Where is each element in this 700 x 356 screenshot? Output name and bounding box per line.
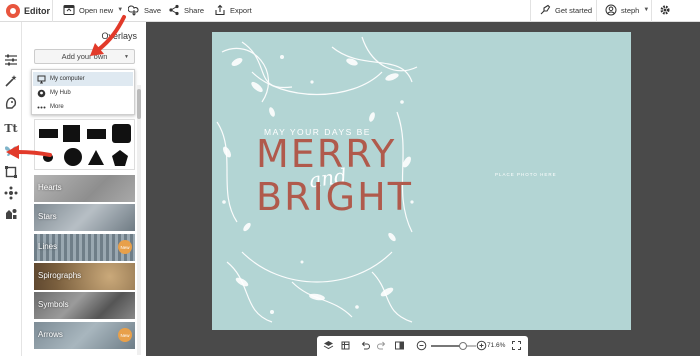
computer-icon — [37, 75, 46, 84]
new-badge: New — [118, 240, 132, 254]
settings-button[interactable] — [659, 4, 671, 16]
user-icon — [605, 4, 617, 16]
export-label: Export — [230, 5, 252, 15]
zoom-slider-handle[interactable] — [459, 342, 467, 350]
hub-icon — [37, 89, 46, 98]
zoom-value: 71.6% — [487, 342, 506, 349]
divider — [651, 0, 652, 22]
overlay-category-lines[interactable]: Lines New — [34, 234, 135, 261]
layers-icon[interactable] — [322, 339, 335, 352]
overlay-category-stars[interactable]: Stars — [34, 204, 135, 231]
dropdown-item-label: My Hub — [50, 90, 71, 96]
export-icon — [214, 4, 226, 16]
zoom-out-icon[interactable] — [415, 339, 428, 352]
chevron-down-icon: ▼ — [643, 7, 650, 13]
rectangle-shape[interactable] — [87, 129, 106, 139]
compare-icon[interactable] — [393, 339, 406, 352]
chevron-down-icon: ▼ — [117, 7, 124, 13]
overlay-category-arrows[interactable]: Arrows New — [34, 322, 135, 349]
fullscreen-icon[interactable] — [510, 339, 523, 352]
scrollbar-thumb[interactable] — [137, 89, 141, 119]
effects-icon[interactable] — [3, 73, 19, 89]
open-new-icon — [63, 4, 75, 16]
red-arrow-annotation-icon — [6, 145, 52, 159]
undo-icon[interactable] — [359, 339, 372, 352]
picmonkey-logo-icon — [6, 4, 20, 18]
textures-icon[interactable] — [3, 185, 19, 201]
crop-icon[interactable] — [339, 339, 352, 352]
circle-shape[interactable] — [64, 148, 82, 166]
panel-scrollbar[interactable] — [137, 85, 141, 355]
triangle-shape[interactable] — [88, 150, 104, 165]
dropdown-item-more[interactable]: More — [33, 100, 133, 114]
settings-icon — [659, 4, 671, 16]
category-label: Hearts — [38, 183, 62, 192]
text-icon[interactable]: Tt — [3, 120, 19, 136]
divider — [596, 0, 597, 22]
card-text-bright[interactable]: BRIGHT — [256, 178, 411, 216]
editor-logo[interactable]: Editor — [6, 4, 50, 18]
dropdown-item-label: More — [50, 104, 64, 110]
category-label: Spirographs — [38, 271, 82, 280]
save-button[interactable]: Save — [128, 4, 161, 16]
export-button[interactable]: Export — [214, 4, 252, 16]
themes-icon[interactable] — [3, 206, 19, 222]
share-label: Share — [184, 5, 205, 15]
pentagon-shape[interactable] — [111, 149, 129, 167]
share-icon — [168, 4, 180, 16]
user-name: steph — [621, 5, 640, 15]
app-title: Editor — [24, 6, 50, 16]
category-label: Arrows — [38, 330, 63, 339]
red-arrow-annotation-icon — [90, 15, 126, 56]
user-menu[interactable]: steph ▼ — [605, 4, 649, 16]
zoom-slider[interactable] — [431, 342, 476, 350]
get-started-icon — [539, 4, 551, 16]
dropdown-item-my-computer[interactable]: My computer — [33, 72, 133, 86]
add-your-own-dropdown: My computer My Hub More — [31, 69, 135, 115]
share-button[interactable]: Share — [168, 4, 204, 16]
get-started-button[interactable]: Get started — [539, 4, 592, 16]
category-label: Stars — [38, 212, 57, 221]
category-label: Symbols — [38, 300, 69, 309]
get-started-label: Get started — [555, 5, 593, 15]
photo-placeholder[interactable]: PLACE PHOTO HERE — [495, 172, 557, 177]
workspace: MAY YOUR DAYS BE MERRY and BRIGHT PLACE … — [146, 22, 700, 356]
save-label: Save — [144, 5, 162, 15]
divider — [52, 0, 53, 22]
dropdown-item-my-hub[interactable]: My Hub — [33, 86, 133, 100]
overlay-category-hearts[interactable]: Hearts — [34, 175, 135, 202]
rounded-square-shape[interactable] — [112, 124, 131, 143]
edits-icon[interactable] — [3, 52, 19, 68]
overlay-category-spirographs[interactable]: Spirographs — [34, 263, 135, 290]
rectangle-shape[interactable] — [39, 129, 58, 138]
overlays-panel: Overlays Add your own ▼ My computer My H… — [24, 22, 143, 356]
new-badge: New — [118, 328, 132, 342]
design-canvas[interactable]: MAY YOUR DAYS BE MERRY and BRIGHT PLACE … — [212, 32, 631, 330]
divider — [530, 0, 531, 22]
touch-up-icon[interactable] — [3, 95, 19, 111]
more-icon — [37, 103, 46, 112]
overlay-category-symbols[interactable]: Symbols — [34, 292, 135, 319]
tool-rail: Tt — [0, 22, 22, 356]
frames-icon[interactable] — [3, 164, 19, 180]
category-label: Lines — [38, 242, 58, 251]
dropdown-item-label: My computer — [50, 76, 85, 82]
square-shape[interactable] — [63, 125, 80, 142]
bottom-toolbar: 71.6% — [317, 336, 528, 356]
redo-icon[interactable] — [375, 339, 388, 352]
